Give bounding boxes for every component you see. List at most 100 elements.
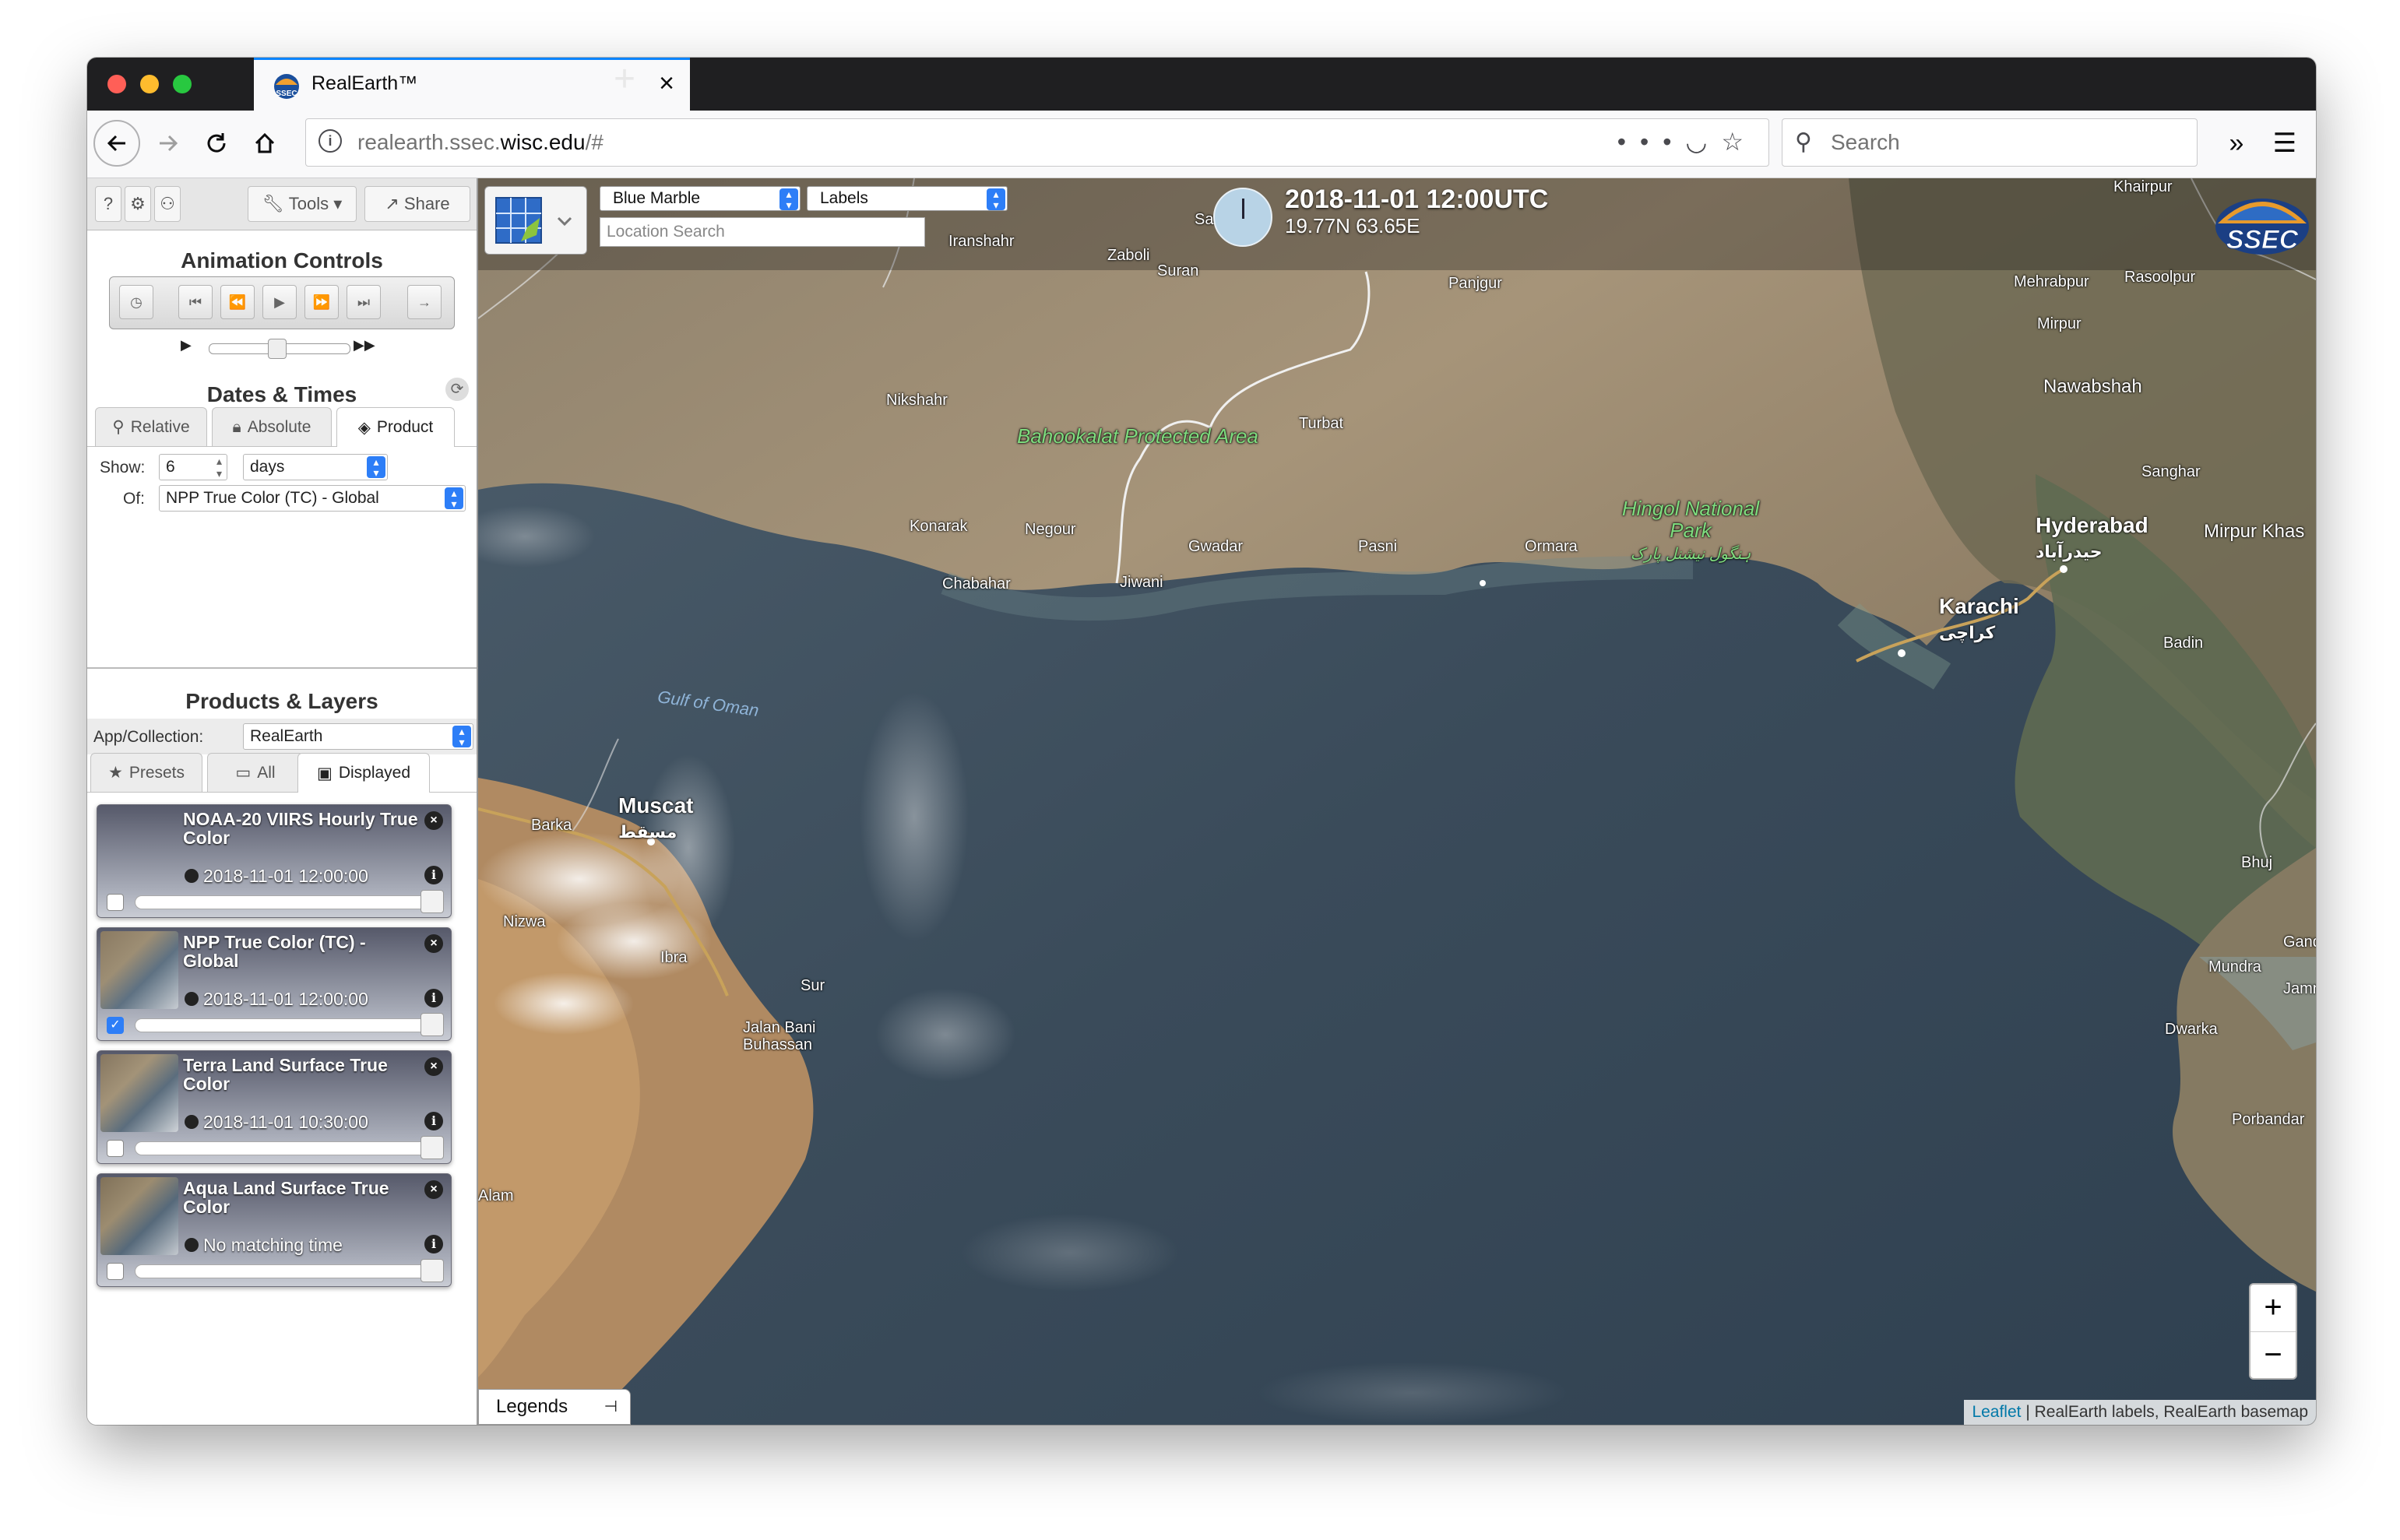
speed-slider-knob[interactable] xyxy=(268,339,287,359)
tab-absolute[interactable]: 🔒︎ Absolute xyxy=(212,407,332,446)
layer-visibility-checkbox[interactable] xyxy=(107,1263,124,1280)
search-placeholder: Search xyxy=(1831,130,1900,154)
map-label-jamn: Jamn xyxy=(2283,980,2316,997)
leaflet-link[interactable]: Leaflet xyxy=(1972,1403,2021,1421)
legends-button[interactable]: Legends ⊣ xyxy=(478,1389,631,1425)
layer-thumbnail xyxy=(100,931,178,1009)
pin-icon[interactable]: ⊣ xyxy=(604,1390,618,1424)
remove-layer-icon[interactable]: × xyxy=(424,934,443,953)
map-label-mehrabpur: Mehrabpur xyxy=(2014,273,2089,290)
overflow-menu-icon[interactable]: » xyxy=(2213,120,2260,167)
map-viewport[interactable]: Karachi کراچی Hyderabad حیدرآباد Muscat مسق… xyxy=(478,178,2316,1425)
zoom-in-button[interactable]: + xyxy=(2250,1285,2296,1332)
last-frame-icon[interactable]: ⏭ xyxy=(347,285,381,319)
map-label-alam: Alam xyxy=(478,1187,514,1204)
bookmark-star-icon[interactable]: ☆ xyxy=(1721,128,1758,156)
opacity-slider[interactable] xyxy=(135,1259,444,1282)
help-button[interactable]: ? xyxy=(95,186,121,222)
tab-close-icon[interactable]: × xyxy=(659,69,674,99)
map-label-mundra: Mundra xyxy=(2208,958,2261,976)
layer-visibility-checkbox[interactable] xyxy=(107,894,124,911)
step-forward-icon[interactable]: ⏩ xyxy=(304,285,339,319)
opacity-slider[interactable] xyxy=(135,890,444,913)
layer-visibility-checkbox[interactable]: ✓ xyxy=(107,1017,124,1034)
layer-title: Terra Land Surface True Color xyxy=(183,1055,388,1094)
layer-card[interactable]: NPP True Color (TC) - Global 2018-11-01 … xyxy=(97,927,452,1041)
back-arrow-icon xyxy=(107,135,125,152)
location-search-input[interactable]: Location Search xyxy=(600,217,925,247)
tools-button[interactable]: 🔧︎ Tools ▾ xyxy=(248,186,357,222)
first-frame-icon[interactable]: ⏮ xyxy=(178,285,213,319)
play-icon[interactable]: ▶ xyxy=(262,285,297,319)
remove-layer-icon[interactable]: × xyxy=(424,811,443,830)
map-label-khairpur: Khairpur xyxy=(2113,178,2173,195)
remove-layer-icon[interactable]: × xyxy=(424,1057,443,1076)
layer-visibility-checkbox[interactable] xyxy=(107,1140,124,1157)
layer-card[interactable]: Aqua Land Surface True Color No matching… xyxy=(97,1173,452,1287)
tab-presets[interactable]: ★ Presets xyxy=(90,753,202,792)
remove-layer-icon[interactable]: × xyxy=(424,1180,443,1199)
search-bar[interactable]: ⚲ Search xyxy=(1782,118,2198,167)
info-icon[interactable]: i xyxy=(424,866,443,884)
satellite-imagery xyxy=(478,178,2316,1425)
url-bar[interactable]: i realearth.ssec.wisc.edu/# •••◡☆ xyxy=(305,118,1769,167)
step-back-icon[interactable]: ⏪ xyxy=(220,285,255,319)
back-button[interactable] xyxy=(93,120,140,167)
forward-button[interactable] xyxy=(145,120,192,167)
labels-select[interactable]: Labels ▴ ▾ xyxy=(807,186,1008,211)
new-tab-button[interactable]: + xyxy=(614,58,635,100)
collection-select[interactable]: RealEarth ▴ ▾ xyxy=(243,723,473,750)
show-unit-select[interactable]: days ▴ ▾ xyxy=(243,454,388,480)
dates-times-title: Dates & Times xyxy=(206,382,357,406)
layer-switcher-button[interactable] xyxy=(484,186,587,255)
zoom-out-button[interactable]: − xyxy=(2250,1332,2296,1379)
stepper-arrows-icon[interactable]: ▴ ▾ xyxy=(216,455,222,480)
opacity-slider-knob[interactable] xyxy=(421,890,444,913)
reload-button[interactable] xyxy=(193,120,240,167)
share-label: Share xyxy=(403,194,450,213)
speed-slider[interactable]: ▶ ▶▶ xyxy=(181,337,375,359)
opacity-slider-knob[interactable] xyxy=(421,1013,444,1036)
opacity-slider-knob[interactable] xyxy=(421,1136,444,1159)
opacity-slider[interactable] xyxy=(135,1136,444,1159)
forward-arrow-icon xyxy=(160,135,178,152)
pocket-icon[interactable]: ◡ xyxy=(1685,128,1721,156)
reload-icon xyxy=(207,133,226,153)
map-label-negour: Negour xyxy=(1025,521,1076,538)
layer-card[interactable]: Terra Land Surface True Color 2018-11-01… xyxy=(97,1050,452,1164)
info-icon[interactable]: i xyxy=(424,1112,443,1130)
share-button[interactable]: ↗ Share xyxy=(364,186,470,222)
refresh-icon[interactable]: ⟳ xyxy=(445,378,469,401)
user-icon[interactable]: ⚇ xyxy=(154,186,181,222)
tab-absolute-label: Absolute xyxy=(247,417,311,436)
opacity-slider[interactable] xyxy=(135,1013,444,1036)
clock-icon xyxy=(185,1238,199,1252)
tab-product[interactable]: ◈ Product xyxy=(336,407,455,447)
clock-icon[interactable]: ◷ xyxy=(119,285,153,319)
map-attribution: Leaflet | RealEarth labels, RealEarth ba… xyxy=(1964,1400,2316,1425)
tab-displayed-label: Displayed xyxy=(338,764,411,782)
info-icon[interactable]: i xyxy=(424,1235,443,1253)
basemap-select[interactable]: Blue Marble ▴ ▾ xyxy=(600,186,801,211)
show-count-stepper[interactable]: 6 ▴ ▾ xyxy=(159,454,227,480)
layer-card[interactable]: NOAA-20 VIIRS Hourly True Color 2018-11-… xyxy=(97,804,452,918)
product-select[interactable]: NPP True Color (TC) - Global ▴ ▾ xyxy=(159,485,466,512)
opacity-slider-knob[interactable] xyxy=(421,1259,444,1282)
tab-relative[interactable]: ⚲ Relative xyxy=(95,407,207,446)
close-window-button[interactable] xyxy=(107,75,126,93)
settings-gear-icon[interactable]: ⚙ xyxy=(125,186,151,222)
minimize-window-button[interactable] xyxy=(140,75,159,93)
map-label-karachi: Karachi کراچی xyxy=(1939,594,2019,642)
layer-title: Aqua Land Surface True Color xyxy=(183,1178,389,1217)
loop-arrow-icon[interactable]: → xyxy=(407,285,442,319)
info-icon[interactable]: i xyxy=(424,989,443,1007)
tab-displayed[interactable]: ▣ Displayed xyxy=(297,753,430,793)
home-button[interactable] xyxy=(241,120,288,167)
tab-all[interactable]: ▭ All xyxy=(207,753,304,792)
select-arrows-icon: ▴ ▾ xyxy=(452,726,471,747)
site-info-icon[interactable]: i xyxy=(318,129,342,153)
zoom-window-button[interactable] xyxy=(173,75,192,93)
hamburger-menu-icon[interactable]: ☰ xyxy=(2261,120,2308,167)
legends-label: Legends xyxy=(496,1396,568,1417)
page-actions-icon[interactable]: ••• xyxy=(1617,128,1686,156)
